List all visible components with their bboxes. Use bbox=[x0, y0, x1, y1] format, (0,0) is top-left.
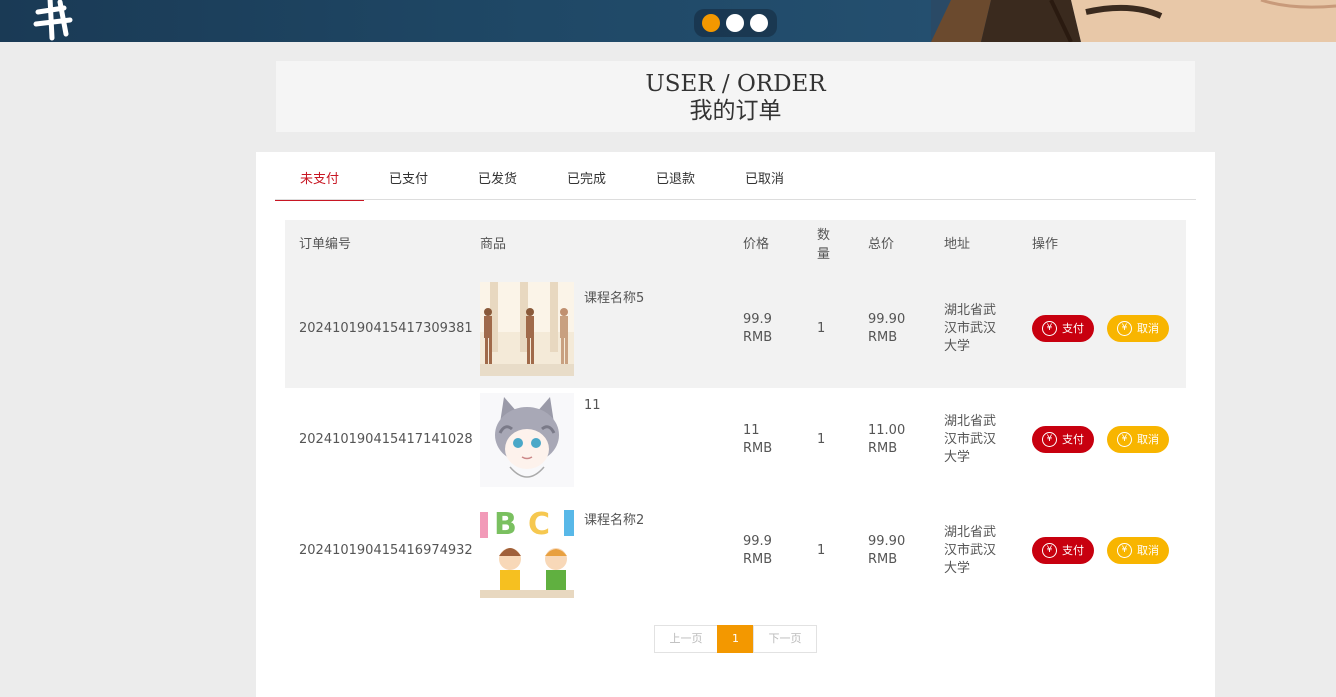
cancel-button[interactable]: ¥ 取消 bbox=[1107, 315, 1169, 342]
address-line-3: 大学 bbox=[944, 339, 971, 354]
price-unit: RMB bbox=[743, 441, 773, 456]
page-header: USER / ORDER 我的订单 bbox=[276, 61, 1195, 132]
address-line-2: 汉市武汉 bbox=[944, 543, 997, 558]
table-row: 202410190415417141028 11 11 RMB 1 11.00 … bbox=[285, 388, 1186, 499]
product-name[interactable]: 课程名称5 bbox=[584, 287, 644, 306]
yen-icon: ¥ bbox=[1117, 432, 1132, 447]
carousel-dot-1[interactable] bbox=[702, 14, 720, 32]
price-value: 11 bbox=[743, 423, 760, 438]
next-page-button[interactable]: 下一页 bbox=[753, 625, 817, 653]
total-unit: RMB bbox=[868, 441, 898, 456]
col-action: 操作 bbox=[1032, 237, 1059, 252]
product-thumbnail[interactable]: B C bbox=[480, 504, 574, 598]
cancel-button[interactable]: ¥ 取消 bbox=[1107, 426, 1169, 453]
table-row: 202410190415417309381 课程名称5 99.9 RMB 1 9… bbox=[285, 277, 1186, 388]
yen-icon: ¥ bbox=[1042, 321, 1057, 336]
col-total: 总价 bbox=[868, 237, 895, 252]
price-value: 99.9 bbox=[743, 534, 772, 549]
cancel-button[interactable]: ¥ 取消 bbox=[1107, 537, 1169, 564]
col-address: 地址 bbox=[944, 237, 971, 252]
quantity: 1 bbox=[817, 432, 826, 447]
yen-icon: ¥ bbox=[1117, 543, 1132, 558]
pay-button-label: 支付 bbox=[1062, 433, 1084, 446]
col-order-no: 订单编号 bbox=[299, 237, 352, 252]
carousel-dot-3[interactable] bbox=[750, 14, 768, 32]
address-line-1: 湖北省武 bbox=[944, 525, 997, 540]
orders-panel: 未支付 已支付 已发货 已完成 已退款 已取消 订单编号 商品 价格 数 量 总… bbox=[256, 152, 1215, 697]
total-value: 99.90 bbox=[868, 534, 906, 549]
col-qty-2: 量 bbox=[817, 247, 831, 262]
svg-text:B: B bbox=[494, 507, 517, 542]
address-line-3: 大学 bbox=[944, 561, 971, 576]
total-value: 99.90 bbox=[868, 312, 906, 327]
price-unit: RMB bbox=[743, 552, 773, 567]
address-line-1: 湖北省武 bbox=[944, 303, 997, 318]
table-row: 202410190415416974932 B C 课程名称2 99.9 RMB bbox=[285, 499, 1186, 610]
total-unit: RMB bbox=[868, 552, 898, 567]
pay-button-label: 支付 bbox=[1062, 544, 1084, 557]
carousel-indicator bbox=[694, 9, 777, 37]
pay-button[interactable]: ¥ 支付 bbox=[1032, 426, 1094, 453]
product-thumbnail[interactable] bbox=[480, 282, 574, 376]
pay-button[interactable]: ¥ 支付 bbox=[1032, 537, 1094, 564]
address-line-2: 汉市武汉 bbox=[944, 432, 997, 447]
pay-button[interactable]: ¥ 支付 bbox=[1032, 315, 1094, 342]
tab-unpaid[interactable]: 未支付 bbox=[275, 152, 364, 201]
address-line-3: 大学 bbox=[944, 450, 971, 465]
tab-completed[interactable]: 已完成 bbox=[542, 152, 631, 200]
carousel-dot-2[interactable] bbox=[726, 14, 744, 32]
product-name[interactable]: 11 bbox=[584, 398, 601, 413]
page-number-current[interactable]: 1 bbox=[717, 625, 754, 653]
yen-icon: ¥ bbox=[1042, 543, 1057, 558]
yen-icon: ¥ bbox=[1117, 321, 1132, 336]
cancel-button-label: 取消 bbox=[1137, 433, 1159, 446]
page-title-cn: 我的订单 bbox=[689, 98, 782, 124]
cancel-button-label: 取消 bbox=[1137, 544, 1159, 557]
order-status-tabs: 未支付 已支付 已发货 已完成 已退款 已取消 bbox=[275, 152, 1196, 201]
order-number: 202410190415417141028 bbox=[299, 432, 473, 447]
address-line-1: 湖北省武 bbox=[944, 414, 997, 429]
product-name[interactable]: 课程名称2 bbox=[584, 509, 644, 528]
address-line-2: 汉市武汉 bbox=[944, 321, 997, 336]
svg-text:C: C bbox=[528, 507, 550, 542]
tab-cancelled[interactable]: 已取消 bbox=[720, 152, 809, 200]
col-qty-1: 数 bbox=[817, 228, 831, 243]
top-banner bbox=[0, 0, 1336, 42]
col-product: 商品 bbox=[480, 237, 507, 252]
tab-paid[interactable]: 已支付 bbox=[364, 152, 453, 200]
total-unit: RMB bbox=[868, 330, 898, 345]
table-header: 订单编号 商品 价格 数 量 总价 地址 操作 bbox=[285, 220, 1186, 277]
product-thumbnail[interactable] bbox=[480, 393, 574, 487]
yen-icon: ¥ bbox=[1042, 432, 1057, 447]
pay-button-label: 支付 bbox=[1062, 322, 1084, 335]
tab-refunded[interactable]: 已退款 bbox=[631, 152, 720, 200]
quantity: 1 bbox=[817, 543, 826, 558]
total-value: 11.00 bbox=[868, 423, 906, 438]
quantity: 1 bbox=[817, 321, 826, 336]
calligraphy-logo bbox=[33, 0, 73, 41]
tab-shipped[interactable]: 已发货 bbox=[453, 152, 542, 200]
cancel-button-label: 取消 bbox=[1137, 322, 1159, 335]
prev-page-button[interactable]: 上一页 bbox=[654, 625, 718, 653]
order-number: 202410190415417309381 bbox=[299, 321, 473, 336]
col-price: 价格 bbox=[743, 237, 770, 252]
banner-anime-art bbox=[931, 0, 1336, 42]
order-number: 202410190415416974932 bbox=[299, 543, 473, 558]
page-title-en: USER / ORDER bbox=[645, 71, 826, 97]
price-value: 99.9 bbox=[743, 312, 772, 327]
price-unit: RMB bbox=[743, 330, 773, 345]
